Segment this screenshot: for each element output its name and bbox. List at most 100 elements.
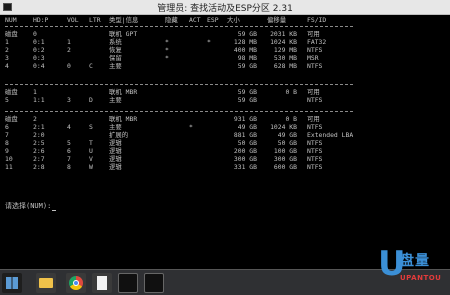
table-row: 4 0:4 0 C 主要 59 GB 628 MB NTFS [5,62,365,70]
cell-vol: 3 [67,96,71,104]
title-bar: 管理员: 查找活动及ESP分区 2.31 [0,0,450,15]
cell-type: 主要 [109,123,122,131]
cell-size: 59 GB [237,30,257,38]
cell-offset: 1024 KB [270,38,297,46]
cell-num: 3 [5,54,9,62]
cell-hdp: 2:6 [33,147,45,155]
cell-ltr: S [89,123,93,131]
cell-fsid: NTFS [307,123,323,131]
cell-hdp: 2:8 [33,163,45,171]
cell-fsid: NTFS [307,46,323,54]
cell-type: 系统 [109,38,122,46]
cell-offset: 300 GB [273,155,297,163]
cell-size: 98 MB [237,54,257,62]
cell-type: 逻辑 [109,139,122,147]
cell-num: 9 [5,147,9,155]
cell-type: 主要 [109,96,122,104]
cell-size: 931 GB [233,115,257,123]
cell-vol: 0 [67,62,71,70]
cell-fsid: 可用 [307,30,320,38]
cell-fsid: 可用 [307,88,320,96]
cell-hidden: * [165,46,169,54]
cell-num: 磁盘 [5,88,18,96]
console-task-icon[interactable] [118,273,138,293]
header-hidden: 隐藏 [165,16,178,24]
cell-hdp: 1 [33,88,37,96]
start-button[interactable] [2,273,22,293]
logo-english-text: UPANTOU [400,274,442,282]
document-icon[interactable] [92,273,112,293]
logo-u-glyph: U [378,244,406,284]
cell-offset: 100 GB [273,147,297,155]
header-type: 类型|信息 [109,16,139,24]
cell-hdp: 2:7 [33,155,45,163]
prompt-text: 请选择(NUM): [5,202,52,210]
cell-vol: 4 [67,123,71,131]
cell-size: 331 GB [233,163,257,171]
cell-type: 逻辑 [109,147,122,155]
cell-hdp: 0:3 [33,54,45,62]
cell-fsid: NTFS [307,139,323,147]
cell-offset: 0 B [285,115,297,123]
cell-num: 5 [5,96,9,104]
cell-fsid: NTFS [307,163,323,171]
disk0-separator [5,84,353,86]
table-row: 8 2:5 5 T 逻辑 50 GB 50 GB NTFS [5,139,365,147]
cell-fsid: NTFS [307,147,323,155]
cell-offset: 2031 KB [270,30,297,38]
cell-size: 400 MB [233,46,257,54]
cell-hdp: 0 [33,30,37,38]
header-hdp: HD:P [33,16,49,24]
cell-num: 8 [5,139,9,147]
logo-chinese-text: 盘量 [400,253,430,269]
cell-type: 逻辑 [109,155,122,163]
file-explorer-icon[interactable] [36,273,56,293]
cell-type: 保留 [109,54,122,62]
cell-type: 扩展的 [109,131,129,139]
cell-num: 2 [5,46,9,54]
table-row: 磁盘 1 联机 MBR 59 GB 0 B 可用 [5,88,365,96]
cell-ltr: C [89,62,93,70]
cell-hdp: 2:0 [33,131,45,139]
cell-num: 1 [5,38,9,46]
header-num: NUM [5,16,17,24]
cell-type: 主要 [109,62,122,70]
console-task-icon-2[interactable] [144,273,164,293]
cell-offset: 600 GB [273,163,297,171]
cell-num: 7 [5,131,9,139]
cell-hidden: * [165,38,169,46]
cell-num: 6 [5,123,9,131]
cell-num: 11 [5,163,13,171]
cell-num: 10 [5,155,13,163]
table-row: 6 2:1 4 S 主要 * 49 GB 1024 KB NTFS [5,123,365,131]
cell-offset: 50 GB [277,139,297,147]
cell-hdp: 0:4 [33,62,45,70]
cell-fsid: NTFS [307,155,323,163]
header-offset: 偏移量 [267,16,287,24]
cell-vol: 7 [67,155,71,163]
table-row: 11 2:8 8 W 逻辑 331 GB 600 GB NTFS [5,163,365,171]
table-row: 1 0:1 1 系统 * * 128 MB 1024 KB FAT32 [5,38,365,46]
cell-fsid: FAT32 [307,38,327,46]
cell-hidden: * [165,54,169,62]
table-header: NUM HD:P VOL LTR 类型|信息 隐藏 ACT ESP 大小 偏移量… [5,16,326,24]
cell-num: 磁盘 [5,115,18,123]
cell-ltr: D [89,96,93,104]
cell-hdp: 2:5 [33,139,45,147]
table-row: 9 2:6 6 U 逻辑 200 GB 100 GB NTFS [5,147,365,155]
browser-icon[interactable] [66,273,86,293]
cell-hdp: 1:1 [33,96,45,104]
table-row: 7 2:0 扩展的 881 GB 49 GB Extended LBA [5,131,365,139]
cell-hdp: 2:1 [33,123,45,131]
command-prompt[interactable]: 请选择(NUM): [5,201,57,211]
cell-type: 逻辑 [109,163,122,171]
cell-vol: 5 [67,139,71,147]
cell-type: 联机 MBR [109,88,138,96]
cell-hdp: 0:2 [33,46,45,54]
cell-size: 50 GB [237,139,257,147]
cell-offset: 530 MB [273,54,297,62]
cell-num: 磁盘 [5,30,18,38]
cell-size: 300 GB [233,155,257,163]
cell-size: 59 GB [237,88,257,96]
cell-fsid: NTFS [307,62,323,70]
